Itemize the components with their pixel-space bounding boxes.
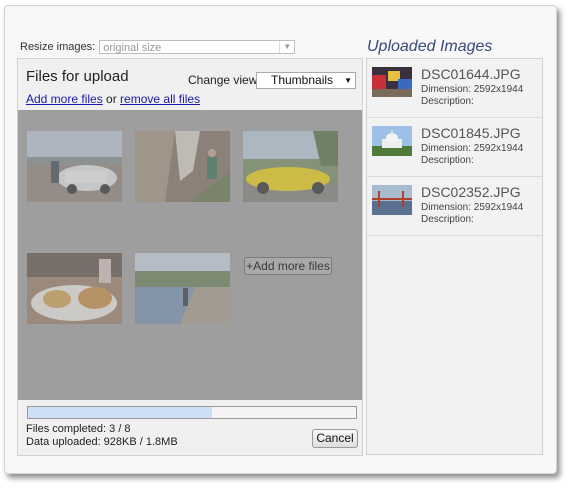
uploaded-item[interactable]: DSC01644.JPG Dimension: 2592x1944 Descri…	[367, 59, 542, 118]
file-links: Add more files or remove all files	[26, 92, 200, 106]
resize-select-value: original size	[103, 42, 162, 54]
resize-select[interactable]: original size ▼	[99, 40, 296, 54]
uploaded-file-name: DSC01644.JPG	[421, 66, 521, 82]
add-more-files-button[interactable]: +Add more files	[244, 257, 332, 275]
upload-progress-bar	[27, 406, 357, 419]
uploaded-dimension: Dimension: 2592x1944	[421, 202, 524, 213]
thumbnail-gallery: +Add more files	[18, 110, 362, 400]
thumbnail-car-lake[interactable]	[27, 131, 122, 202]
uploaded-thumbnail	[372, 126, 412, 156]
uploaded-dimension: Dimension: 2592x1944	[421, 84, 524, 95]
thumbnail-boardwalk[interactable]	[135, 253, 230, 324]
uploaded-images-title: Uploaded Images	[367, 38, 493, 55]
resize-row: Resize images: original size ▼	[20, 39, 296, 55]
uploaded-file-name: DSC01845.JPG	[421, 125, 521, 141]
thumbnail-burger[interactable]	[27, 253, 122, 324]
data-uploaded-text: Data uploaded: 928KB / 1.8MB	[26, 436, 178, 448]
progress-fill	[28, 407, 212, 418]
uploaded-description: Description:	[421, 96, 474, 107]
chevron-down-icon: ▼	[279, 41, 294, 53]
view-select-value: Thumbnails	[271, 73, 334, 87]
cancel-button[interactable]: Cancel	[312, 429, 358, 448]
resize-label: Resize images:	[20, 41, 96, 53]
add-more-files-link[interactable]: Add more files	[26, 92, 103, 106]
or-text: or	[102, 92, 121, 106]
uploaded-item[interactable]: DSC01845.JPG Dimension: 2592x1944 Descri…	[367, 118, 542, 177]
uploaded-description: Description:	[421, 155, 474, 166]
change-view-label: Change view:	[188, 73, 261, 87]
remove-all-files-link[interactable]: remove all files	[120, 92, 200, 106]
uploaded-item[interactable]: DSC02352.JPG Dimension: 2592x1944 Descri…	[367, 177, 542, 236]
thumbnail-yellow-car[interactable]	[243, 131, 338, 202]
uploaded-file-name: DSC02352.JPG	[421, 184, 521, 200]
uploaded-dimension: Dimension: 2592x1944	[421, 143, 524, 154]
dropdown-arrow-icon: ▼	[344, 76, 352, 85]
files-for-upload-panel: Files for upload Change view: Thumbnails…	[17, 58, 363, 456]
files-completed-text: Files completed: 3 / 8	[26, 423, 131, 435]
uploaded-thumbnail	[372, 185, 412, 215]
view-select[interactable]: Thumbnails ▼	[256, 72, 356, 89]
uploaded-description: Description:	[421, 214, 474, 225]
panel-title: Files for upload	[26, 68, 129, 85]
uploaded-thumbnail	[372, 67, 412, 97]
thumbnail-cliff[interactable]	[135, 131, 230, 202]
uploaded-images-panel: DSC01644.JPG Dimension: 2592x1944 Descri…	[366, 58, 543, 455]
